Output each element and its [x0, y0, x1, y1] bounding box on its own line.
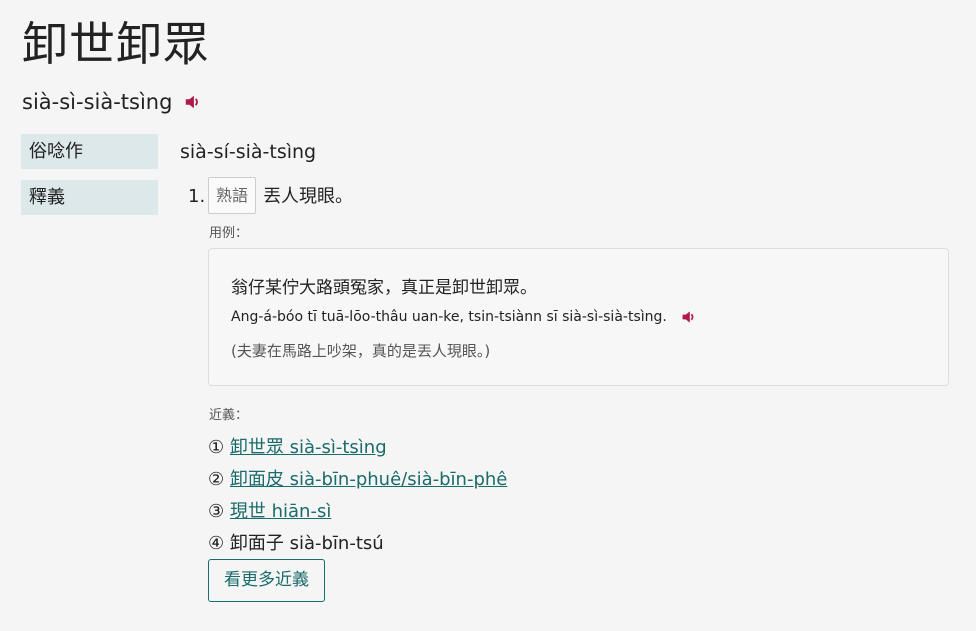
- more-synonyms-button[interactable]: 看更多近義: [208, 559, 325, 602]
- list-item: ② 卸面皮 sià-bīn-phuê/sià-bīn-phê: [208, 464, 507, 496]
- synonym-marker: ②: [208, 469, 225, 490]
- synonym-text: 卸面子 sià-bīn-tsú: [229, 533, 384, 554]
- synonym-marker: ①: [208, 437, 225, 458]
- entry-title: 卸世卸眾: [22, 17, 210, 71]
- alt-pronunciation-value: sià-sí-sià-tsìng: [180, 141, 317, 163]
- synonyms-label: 近義：: [209, 408, 249, 423]
- synonym-link[interactable]: 卸世眾 sià-sì-tsìng: [230, 437, 387, 458]
- example-romanization-row: Ang-á-bóo tī tuā-lōo-thâu uan-ke, tsin-t…: [231, 306, 697, 328]
- list-item: ④ 卸面子 sià-bīn-tsú: [208, 528, 507, 560]
- synonym-link[interactable]: 卸面皮 sià-bīn-phuê/sià-bīn-phê: [230, 469, 507, 490]
- example-han: 翁仔某佇大路頭冤家，真正是卸世卸眾。: [231, 278, 537, 298]
- synonym-list: ① 卸世眾 sià-sì-tsìng ② 卸面皮 sià-bīn-phuê/si…: [208, 432, 507, 560]
- example-translation: (夫妻在馬路上吵架，真的是丟人現眼。): [231, 342, 491, 360]
- speaker-icon[interactable]: [681, 309, 697, 325]
- synonym-marker: ④: [208, 533, 225, 554]
- list-item: ③ 現世 hiān-sì: [208, 496, 507, 528]
- speaker-icon[interactable]: [184, 93, 202, 111]
- example-romanization: Ang-á-bóo tī tuā-lōo-thâu uan-ke, tsin-t…: [231, 309, 667, 325]
- list-item: ① 卸世眾 sià-sì-tsìng: [208, 432, 507, 464]
- definition-number: 1.: [188, 186, 206, 207]
- category-tag: 熟語: [208, 177, 256, 214]
- entry-romanization-row: sià-sì-sià-tsìng: [22, 88, 202, 116]
- entry-romanization: sià-sì-sià-tsìng: [22, 90, 173, 114]
- alt-pronunciation-label: 俗唸作: [21, 134, 158, 169]
- definition-label: 釋義: [21, 180, 158, 215]
- definition-text: 丟人現眼。: [263, 186, 353, 207]
- example-label: 用例：: [209, 226, 249, 241]
- synonym-link[interactable]: 現世 hiān-sì: [230, 501, 331, 522]
- synonym-marker: ③: [208, 501, 225, 522]
